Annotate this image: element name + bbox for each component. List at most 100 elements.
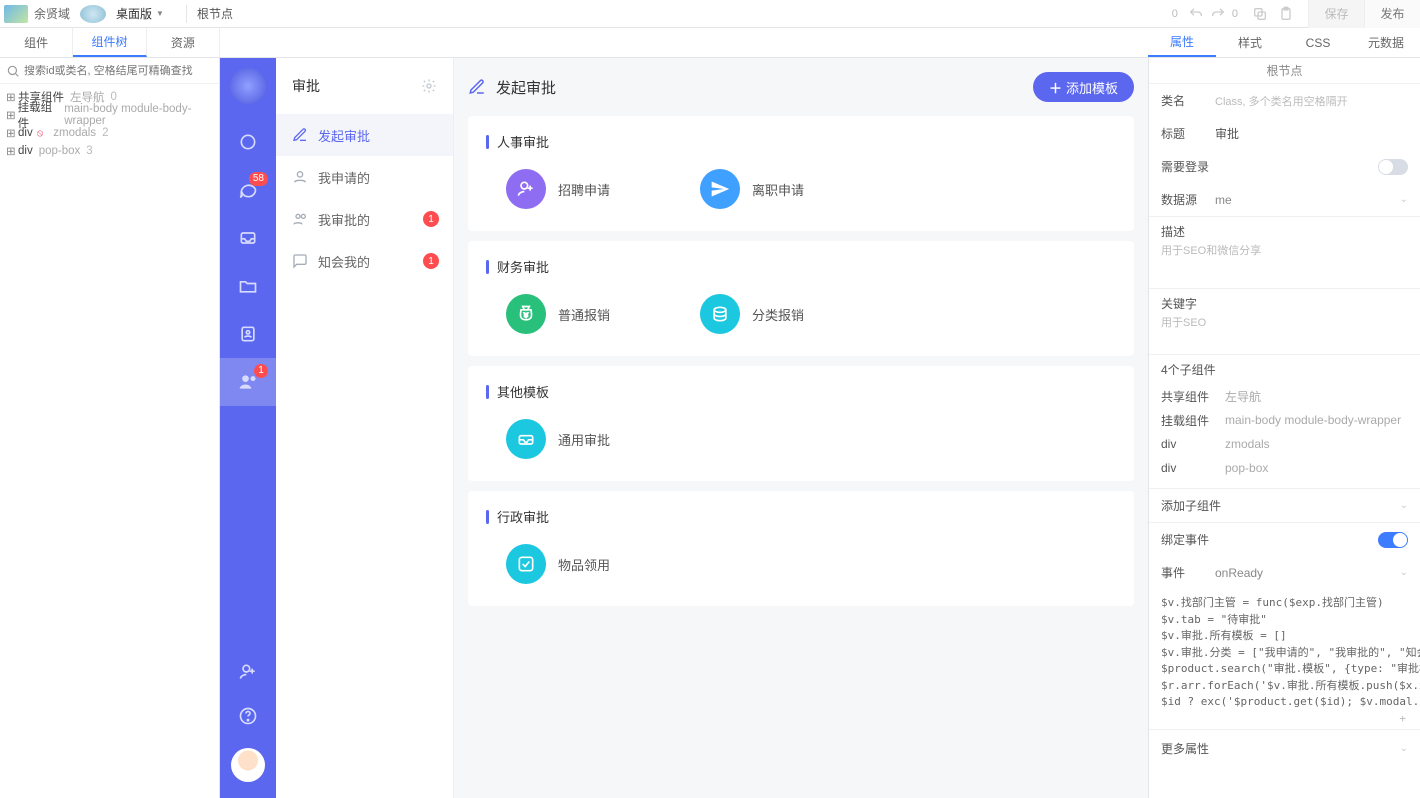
- search-input[interactable]: [24, 65, 213, 77]
- visibility-off-icon[interactable]: ⦸: [37, 128, 44, 139]
- child-row[interactable]: divpop-box: [1161, 456, 1408, 480]
- tab-css[interactable]: CSS: [1284, 28, 1352, 57]
- tab-component-tree[interactable]: 组件树: [73, 28, 146, 57]
- section-admin: 行政审批 物品领用: [468, 491, 1134, 606]
- send-icon: [700, 169, 740, 209]
- section-title: 其他模板: [486, 382, 1116, 401]
- nav-folder[interactable]: [220, 262, 276, 310]
- tab-styles[interactable]: 样式: [1216, 28, 1284, 57]
- tab-row: 组件 组件树 资源 属性 样式 CSS 元数据: [0, 28, 1420, 58]
- prop-event[interactable]: 事件 onReady ⌄: [1149, 556, 1420, 589]
- breadcrumb[interactable]: 根节点: [1149, 58, 1420, 84]
- prop-class[interactable]: 类名 Class, 多个类名用空格隔开: [1149, 84, 1420, 117]
- paste-icon[interactable]: [1278, 6, 1294, 22]
- checkbox-icon: [506, 544, 546, 584]
- nav-help[interactable]: [220, 694, 276, 738]
- menu-my-approvals[interactable]: 我审批的 1: [276, 198, 453, 240]
- properties-panel: 根节点 类名 Class, 多个类名用空格隔开 标题 审批 需要登录 数据源 m…: [1148, 58, 1420, 798]
- prop-need-login: 需要登录: [1149, 150, 1420, 183]
- separator: [186, 5, 187, 23]
- copy-icon[interactable]: [1252, 6, 1268, 22]
- top-bar: 余贤域 桌面版 ▼ 根节点 0 0 保存 发布: [0, 0, 1420, 28]
- card-item-request[interactable]: 物品领用: [506, 544, 610, 584]
- left-tabs: 组件 组件树 资源: [0, 28, 220, 57]
- redo-icon[interactable]: [1210, 6, 1226, 22]
- card-general-reimburse[interactable]: ¥ 普通报销: [506, 294, 610, 334]
- prop-keyword[interactable]: 关键字 用于SEO: [1149, 288, 1420, 354]
- user-plus-icon: [506, 169, 546, 209]
- add-line-icon[interactable]: +: [1161, 711, 1408, 728]
- publish-button[interactable]: 发布: [1364, 0, 1420, 28]
- content-title: 发起审批: [496, 77, 556, 98]
- badge: 1: [423, 253, 439, 269]
- child-row[interactable]: divzmodals: [1161, 432, 1408, 456]
- chevron-down-icon: ⌄: [1400, 743, 1408, 754]
- chevron-down-icon: ▼: [156, 9, 164, 18]
- child-row[interactable]: 挂载组件main-body module-body-wrapper: [1161, 408, 1408, 432]
- chat-badge: 58: [249, 172, 268, 186]
- svg-text:¥: ¥: [524, 312, 528, 319]
- tree-node-mount[interactable]: ⊞挂载组件main-body module-body-wrapper: [6, 106, 213, 124]
- tab-properties[interactable]: 属性: [1148, 28, 1216, 57]
- prop-title[interactable]: 标题 审批: [1149, 117, 1420, 150]
- tab-resources[interactable]: 资源: [147, 28, 220, 57]
- menu-my-requests[interactable]: 我申请的: [276, 156, 453, 198]
- inbox-icon: [506, 419, 546, 459]
- section-other: 其他模板 通用审批: [468, 366, 1134, 481]
- nav-invite[interactable]: [220, 650, 276, 694]
- app-icon: [80, 5, 106, 23]
- need-login-toggle[interactable]: [1378, 159, 1408, 175]
- username: 余贤域: [34, 5, 70, 22]
- app-content: 发起审批 ＋ 添加模板 人事审批 招聘申请: [454, 58, 1148, 798]
- nav-chat[interactable]: 58: [220, 166, 276, 214]
- user-logo: [4, 5, 28, 23]
- tab-components[interactable]: 组件: [0, 28, 73, 57]
- component-tree: ⊞共享组件左导航0 ⊞挂载组件main-body module-body-wra…: [0, 84, 219, 164]
- add-template-button[interactable]: ＋ 添加模板: [1033, 72, 1134, 102]
- prop-description[interactable]: 描述 用于SEO和微信分享: [1149, 216, 1420, 288]
- sub-title-row: 审批: [276, 58, 453, 114]
- card-resign-apply[interactable]: 离职申请: [700, 169, 804, 209]
- card-general-approval[interactable]: 通用审批: [506, 419, 610, 459]
- bind-event-row: 绑定事件: [1149, 522, 1420, 556]
- chevron-down-icon: ⌄: [1400, 194, 1408, 205]
- undo-icon[interactable]: [1188, 6, 1204, 22]
- child-row[interactable]: 共享组件左导航: [1161, 384, 1408, 408]
- left-panel: ⊞共享组件左导航0 ⊞挂载组件main-body module-body-wra…: [0, 58, 220, 798]
- nav-approval[interactable]: 1: [220, 358, 276, 406]
- menu-initiate-approval[interactable]: 发起审批: [276, 114, 453, 156]
- device-select[interactable]: 桌面版 ▼: [116, 5, 164, 22]
- nav-inbox[interactable]: [220, 214, 276, 262]
- bind-event-toggle[interactable]: [1378, 532, 1408, 548]
- card-category-reimburse[interactable]: 分类报销: [700, 294, 804, 334]
- section-hr: 人事审批 招聘申请 离职申请: [468, 116, 1134, 231]
- search-row: [0, 58, 219, 84]
- card-recruit-apply[interactable]: 招聘申请: [506, 169, 610, 209]
- event-code[interactable]: $v.找部门主管 = func($exp.找部门主管) $v.tab = "待审…: [1149, 589, 1420, 729]
- history-controls: 0 0: [1172, 6, 1242, 22]
- tree-node-popbox[interactable]: ⊞divpop-box3: [6, 142, 213, 160]
- section-finance: 财务审批 ¥ 普通报销 分类报销: [468, 241, 1134, 356]
- gear-icon[interactable]: [421, 78, 437, 94]
- section-title: 财务审批: [486, 257, 1116, 276]
- app-preview: 58 1 审批: [220, 58, 1148, 798]
- root-node-label[interactable]: 根节点: [197, 5, 233, 22]
- search-icon: [6, 64, 20, 78]
- nav-contacts[interactable]: [220, 310, 276, 358]
- content-header: 发起审批 ＋ 添加模板: [468, 72, 1134, 102]
- right-tabs: 属性 样式 CSS 元数据: [1148, 28, 1420, 57]
- undo-count: 0: [1172, 8, 1178, 20]
- add-child-row[interactable]: 添加子组件 ⌄: [1149, 488, 1420, 522]
- edit-icon: [468, 78, 486, 96]
- sub-title: 审批: [292, 76, 320, 96]
- tab-metadata[interactable]: 元数据: [1352, 28, 1420, 57]
- menu-cc-me[interactable]: 知会我的 1: [276, 240, 453, 282]
- save-button[interactable]: 保存: [1308, 0, 1364, 28]
- coins-icon: [700, 294, 740, 334]
- more-properties[interactable]: 更多属性 ⌄: [1149, 729, 1420, 767]
- prop-datasource[interactable]: 数据源 me ⌄: [1149, 183, 1420, 216]
- chevron-down-icon: ⌄: [1400, 567, 1408, 578]
- user-avatar[interactable]: [231, 748, 265, 782]
- brand-logo: [230, 68, 266, 104]
- nav-home[interactable]: [220, 118, 276, 166]
